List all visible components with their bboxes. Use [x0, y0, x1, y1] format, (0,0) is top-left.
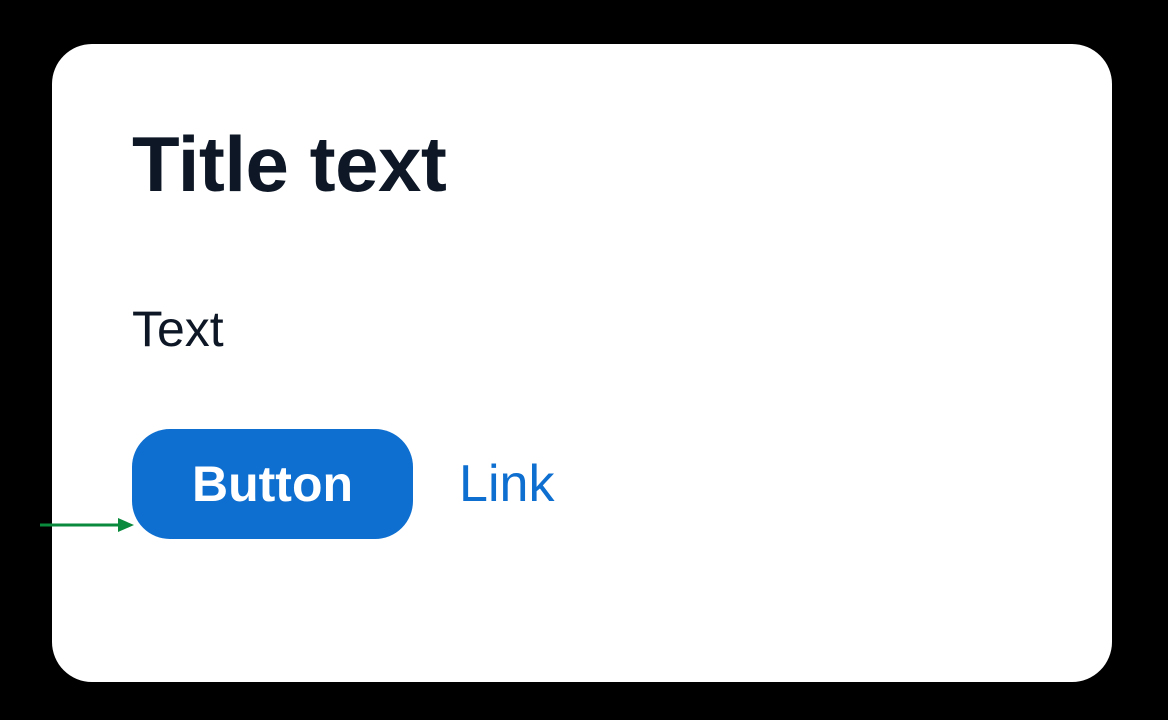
- link[interactable]: Link: [459, 458, 554, 510]
- annotation-arrow-icon: [40, 515, 134, 535]
- card: Title text Text Button Link: [52, 44, 1112, 682]
- card-body-text: Text: [132, 302, 1036, 357]
- primary-button[interactable]: Button: [132, 429, 413, 539]
- card-actions: Button Link: [132, 429, 1036, 539]
- card-title: Title text: [132, 124, 1036, 206]
